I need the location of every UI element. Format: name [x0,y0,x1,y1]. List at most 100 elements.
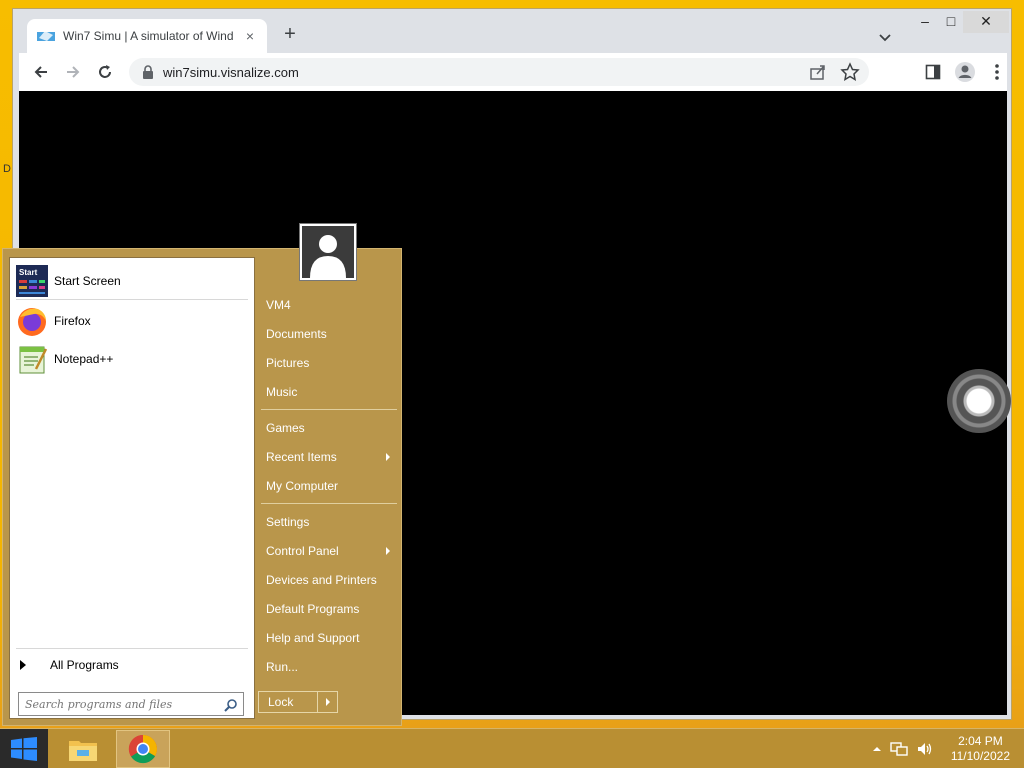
bookmark-star-icon[interactable] [839,61,861,83]
reload-icon [99,65,111,78]
start-menu: Start Start Screen Firefox Notepad++ All… [2,224,402,726]
start-item-music[interactable]: Music [266,382,396,402]
start-button[interactable] [0,729,48,768]
user-silhouette-icon [310,235,346,278]
notepadpp-icon [19,346,48,374]
firefox-icon [18,308,46,336]
start-item-pictures[interactable]: Pictures [266,353,396,373]
browser-toolbar: win7simu.visnalize.com [19,53,1007,91]
reload-button[interactable] [93,60,117,84]
divider [261,409,397,410]
win7simu-favicon-icon [37,31,55,41]
browser-menu-button[interactable] [985,60,1009,84]
user-picture[interactable] [300,224,356,280]
system-tray [872,741,934,757]
side-panel-icon [925,64,941,80]
lock-icon [143,65,153,79]
submenu-arrow-icon [386,547,390,555]
volume-icon[interactable] [916,741,934,757]
start-item-default-programs[interactable]: Default Programs [266,599,396,619]
divider [261,503,397,504]
power-options-arrow-button[interactable] [317,692,337,712]
pinned-label: Firefox [54,314,91,328]
submenu-arrow-icon [386,453,390,461]
start-search-box[interactable] [18,692,244,716]
start-item-label: Pictures [266,356,310,370]
minimize-button[interactable]: – [911,11,939,33]
profile-avatar-icon [955,62,975,82]
right-arrow-icon [325,698,330,706]
start-item-label: Games [266,421,305,435]
tab-strip: Win7 Simu | A simulator of Wind × + – □ … [13,9,1011,53]
address-bar[interactable]: win7simu.visnalize.com [129,58,869,86]
start-item-label: Recent Items [266,450,337,464]
close-tab-button[interactable]: × [243,28,257,44]
search-icon[interactable] [224,698,238,712]
pinned-start-screen[interactable]: Start Start Screen [16,264,121,298]
window-close-button[interactable]: ✕ [963,11,1009,33]
pinned-label: Start Screen [54,274,121,288]
lock-split-button: Lock [258,691,338,713]
profile-button[interactable] [953,60,977,84]
start-item-control-panel[interactable]: Control Panel [266,541,396,561]
taskbar-file-explorer[interactable] [56,730,110,768]
pinned-notepadpp[interactable]: Notepad++ [16,342,113,376]
start-item-label: Help and Support [266,631,360,645]
browser-tab[interactable]: Win7 Simu | A simulator of Wind × [27,19,267,53]
start-item-settings[interactable]: Settings [266,512,396,532]
start-item-label: Run... [266,660,299,674]
tab-title: Win7 Simu | A simulator of Wind [63,29,234,43]
kebab-menu-icon [995,64,999,80]
start-item-label: Music [266,385,298,399]
svg-text:Start: Start [19,268,38,277]
start-item-help-support[interactable]: Help and Support [266,628,396,648]
show-hidden-icons-icon[interactable] [872,744,882,754]
all-programs-button[interactable]: All Programs [20,655,119,675]
start-item-my-computer[interactable]: My Computer [266,476,396,496]
start-item-label: Documents [266,327,327,341]
chrome-icon [128,734,157,764]
share-icon[interactable] [807,61,829,83]
right-triangle-icon [20,660,26,670]
divider [16,299,248,300]
start-item-games[interactable]: Games [266,418,396,438]
touch-cursor-indicator [947,369,1011,433]
taskbar-chrome[interactable] [116,730,170,768]
back-button[interactable] [29,60,53,84]
start-item-recent-items[interactable]: Recent Items [266,447,396,467]
back-arrow-icon [34,66,47,78]
start-menu-left-pane: Start Start Screen Firefox Notepad++ All… [9,257,255,719]
start-item-label: VM4 [266,298,291,312]
taskbar: 2:04 PM 11/10/2022 [0,728,1024,768]
pinned-firefox[interactable]: Firefox [16,304,91,338]
forward-arrow-icon [67,66,80,78]
maximize-button[interactable]: □ [937,11,965,33]
start-item-label: Default Programs [266,602,360,616]
start-item-label: Settings [266,515,310,529]
start-item-label: My Computer [266,479,339,493]
start-item-label: Control Panel [266,544,339,558]
new-tab-button[interactable]: + [279,23,301,47]
file-explorer-icon [69,741,97,761]
start-search-input[interactable] [25,697,215,711]
desktop-edge-text: D [3,163,11,175]
pinned-label: Notepad++ [54,352,114,366]
start-item-vm4[interactable]: VM4 [266,295,396,315]
divider [16,648,248,649]
all-programs-label: All Programs [50,658,119,672]
side-panel-button[interactable] [921,60,945,84]
clock-date: 11/10/2022 [950,749,1010,763]
windows-logo-icon [11,737,37,761]
url-text: win7simu.visnalize.com [163,64,299,80]
forward-button[interactable] [61,60,85,84]
start-item-label: Devices and Printers [266,573,377,587]
start-item-run[interactable]: Run... [266,657,396,677]
start-item-devices-printers[interactable]: Devices and Printers [266,570,396,590]
network-icon[interactable] [890,741,908,757]
clock-time: 2:04 PM [958,734,1003,748]
tab-search-chevron-icon[interactable] [875,27,895,47]
lock-button[interactable]: Lock [259,692,317,712]
start-screen-icon: Start [16,265,48,297]
taskbar-clock[interactable]: 2:04 PM 11/10/2022 [951,734,1010,764]
start-item-documents[interactable]: Documents [266,324,396,344]
